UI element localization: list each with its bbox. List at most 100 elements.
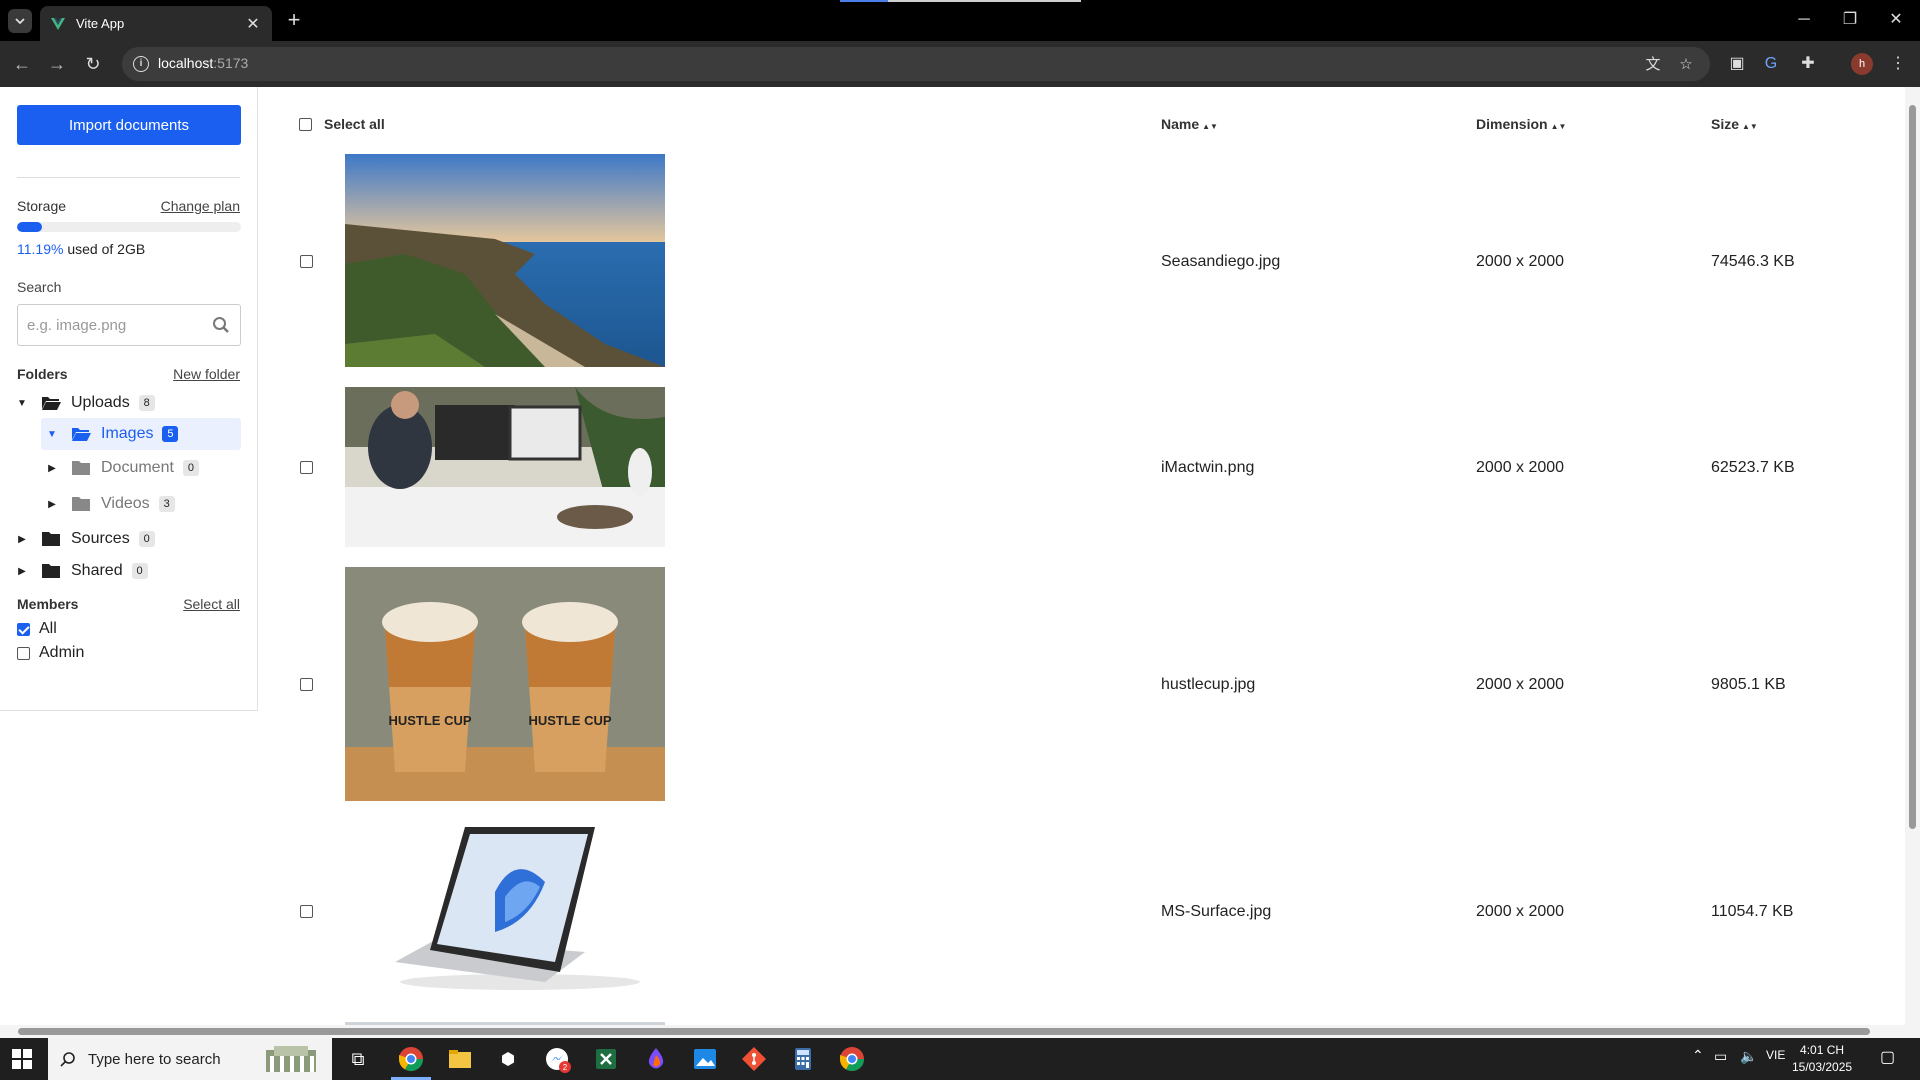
column-header-dimension[interactable]: Dimension ▲▼ xyxy=(1476,116,1566,132)
reload-icon[interactable]: ↻ xyxy=(81,52,105,76)
tabstrip-indicator xyxy=(840,0,888,2)
extensions-puzzle-icon[interactable]: ✚ xyxy=(1796,52,1820,76)
sidebar: Import documents Storage Change plan 11.… xyxy=(0,87,258,711)
tab-close-icon[interactable]: ✕ xyxy=(244,14,262,34)
search-input[interactable] xyxy=(18,305,198,345)
vertical-scroll-thumb[interactable] xyxy=(1909,105,1916,829)
translate-extension-icon[interactable]: G xyxy=(1759,52,1783,76)
members-label: Members xyxy=(17,596,79,612)
excel-icon[interactable] xyxy=(592,1045,620,1073)
volume-icon[interactable]: 🔈 xyxy=(1740,1048,1757,1065)
folder-label: Uploads xyxy=(71,394,130,411)
back-icon[interactable]: ← xyxy=(10,52,34,76)
site-info-icon[interactable]: i xyxy=(133,56,149,72)
caret-right-icon[interactable]: ▶ xyxy=(15,534,29,545)
translate-icon[interactable]: 文 xyxy=(1644,56,1662,74)
caret-down-icon[interactable]: ▼ xyxy=(45,429,59,440)
notification-badge: 2 xyxy=(563,1063,568,1072)
address-bar[interactable]: i localhost:5173 文 ☆ xyxy=(122,47,1710,81)
forward-icon[interactable]: → xyxy=(45,52,69,76)
thumbnail-seasandiego[interactable] xyxy=(345,154,665,367)
bookmark-star-icon[interactable]: ☆ xyxy=(1677,56,1695,74)
task-view-icon[interactable]: ⧉ xyxy=(344,1045,372,1073)
select-all-checkbox[interactable] xyxy=(299,117,312,131)
app-root: Import documents Storage Change plan 11.… xyxy=(0,87,1920,1038)
folder-sources[interactable]: ▶ Sources 0 xyxy=(15,522,240,556)
file-dimension: 2000 x 2000 xyxy=(1476,459,1565,476)
folder-count-badge: 0 xyxy=(138,531,155,547)
tray-chevron-up-icon[interactable]: ⌃ xyxy=(1692,1047,1704,1064)
folder-count-badge: 0 xyxy=(131,563,148,579)
window-close-icon[interactable]: ✕ xyxy=(1884,8,1908,32)
member-all[interactable]: All xyxy=(17,620,240,638)
photos-icon[interactable] xyxy=(691,1045,719,1073)
horizontal-scrollbar[interactable] xyxy=(0,1025,1905,1038)
row-checkbox[interactable] xyxy=(300,678,313,691)
tab-search-button[interactable] xyxy=(8,9,32,33)
caret-right-icon[interactable]: ▶ xyxy=(15,566,29,577)
browser-tab[interactable]: Vite App ✕ xyxy=(40,6,272,41)
file-name: Seasandiego.jpg xyxy=(1161,253,1281,270)
change-plan-link[interactable]: Change plan xyxy=(161,198,240,214)
network-icon[interactable]: ▭ xyxy=(1714,1048,1727,1065)
row-checkbox[interactable] xyxy=(300,905,313,918)
select-all-header[interactable]: Select all xyxy=(299,116,385,132)
chrome-secondary-icon[interactable] xyxy=(838,1045,866,1073)
caret-right-icon[interactable]: ▶ xyxy=(45,499,59,510)
minimize-icon[interactable]: ─ xyxy=(1792,8,1816,32)
file-size: 62523.7 KB xyxy=(1711,459,1795,476)
column-header-name[interactable]: Name ▲▼ xyxy=(1161,116,1218,132)
messenger-icon[interactable]: 2 xyxy=(543,1045,571,1073)
member-admin[interactable]: Admin xyxy=(17,644,240,662)
import-documents-button[interactable]: Import documents xyxy=(17,105,241,145)
folder-images[interactable]: ▼ Images 5 xyxy=(41,418,241,450)
caret-down-icon[interactable]: ▼ xyxy=(15,398,29,409)
folder-document[interactable]: ▶ Document 0 xyxy=(45,450,240,486)
restore-icon[interactable]: ❐ xyxy=(1838,8,1862,32)
storage-header: Storage Change plan xyxy=(17,198,240,214)
folder-videos[interactable]: ▶ Videos 3 xyxy=(45,486,240,522)
clock[interactable]: 4:01 CH 15/03/2025 xyxy=(1792,1042,1852,1076)
folder-uploads[interactable]: ▼ Uploads 8 xyxy=(15,388,240,418)
windows-start-icon[interactable] xyxy=(12,1049,32,1069)
taskbar-search[interactable]: Type here to search xyxy=(48,1038,332,1080)
folder-label: Document xyxy=(101,459,174,476)
folder-shared[interactable]: ▶ Shared 0 xyxy=(15,556,240,586)
new-folder-link[interactable]: New folder xyxy=(173,366,240,382)
row-checkbox[interactable] xyxy=(300,255,313,268)
notification-center-icon[interactable]: ▢ xyxy=(1880,1047,1895,1067)
new-tab-button[interactable]: + xyxy=(282,9,306,33)
cast-icon[interactable]: ▣ xyxy=(1725,52,1749,76)
color-drop-app-icon[interactable] xyxy=(642,1045,670,1073)
vertical-scrollbar[interactable] xyxy=(1905,87,1920,1038)
calculator-icon[interactable] xyxy=(789,1045,817,1073)
column-header-size[interactable]: Size ▲▼ xyxy=(1711,116,1758,132)
chrome-icon[interactable] xyxy=(397,1045,425,1073)
profile-avatar[interactable]: h xyxy=(1851,53,1873,75)
horizontal-scroll-thumb[interactable] xyxy=(18,1028,1870,1035)
folder-count-badge: 0 xyxy=(182,460,199,476)
row-checkbox[interactable] xyxy=(300,461,313,474)
file-explorer-icon[interactable] xyxy=(446,1045,474,1073)
folder-open-icon xyxy=(72,428,91,441)
file-size: 11054.7 KB xyxy=(1711,903,1794,920)
git-icon[interactable] xyxy=(740,1045,768,1073)
members-select-all-link[interactable]: Select all xyxy=(183,596,240,612)
browser-menu-icon[interactable]: ⋮ xyxy=(1886,52,1910,76)
file-size: 9805.1 KB xyxy=(1711,676,1786,693)
language-indicator[interactable]: VIE xyxy=(1766,1048,1785,1062)
folder-label: Shared xyxy=(71,562,123,579)
unity-icon[interactable] xyxy=(494,1045,522,1073)
search-icon[interactable] xyxy=(212,316,230,334)
thumbnail-hustlecup[interactable]: HUSTLE CUP HUSTLE CUP xyxy=(345,567,665,801)
file-dimension: 2000 x 2000 xyxy=(1476,676,1565,693)
thumbnail-ms-surface[interactable] xyxy=(345,822,665,992)
file-name: MS-Surface.jpg xyxy=(1161,903,1272,920)
folder-count-badge: 3 xyxy=(158,496,175,512)
member-checkbox[interactable] xyxy=(17,646,30,660)
storage-label: Storage xyxy=(17,198,67,214)
caret-right-icon[interactable]: ▶ xyxy=(45,463,59,474)
select-all-label: Select all xyxy=(324,116,385,132)
thumbnail-imactwin[interactable] xyxy=(345,387,665,547)
member-checkbox[interactable] xyxy=(17,622,30,636)
